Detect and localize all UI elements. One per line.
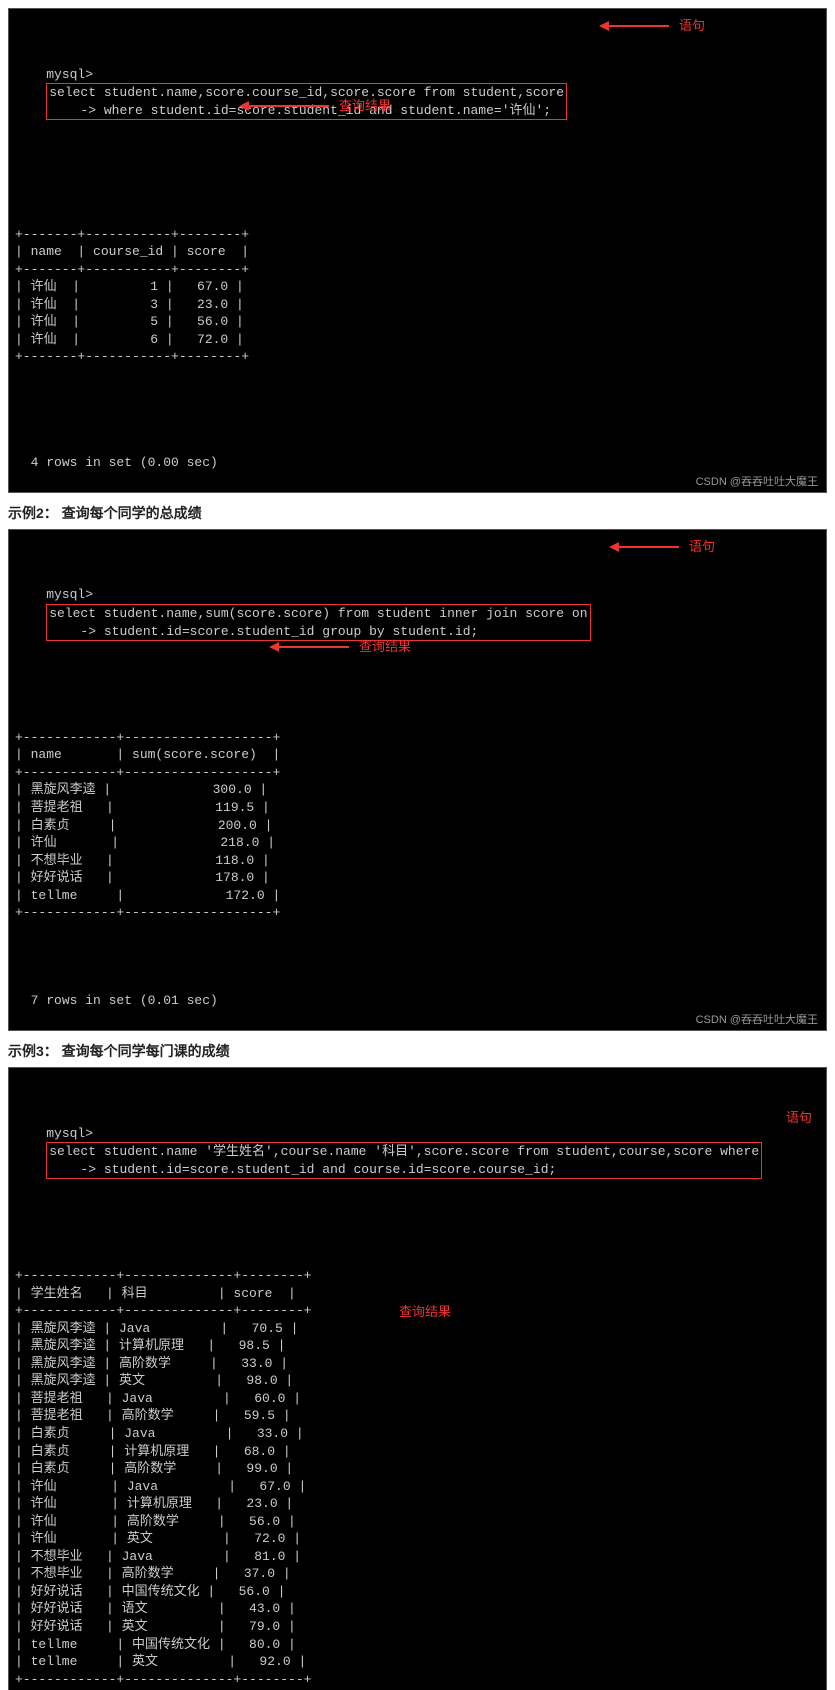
heading-example-3: 示例3： 查询每个同学每门课的成绩 <box>8 1041 827 1061</box>
sql-line-2: student.id=score.student_id and course.i… <box>104 1162 556 1177</box>
arrow-icon <box>609 542 619 552</box>
mysql-prompt-cont: -> <box>49 1162 96 1177</box>
rows-footer: 4 rows in set (0.00 sec) <box>31 455 218 470</box>
csdn-watermark: CSDN @吞吞吐吐大魔王 <box>696 1013 818 1028</box>
arrow-line <box>619 546 679 548</box>
mysql-prompt: mysql> <box>46 67 93 82</box>
arrow-line <box>609 25 669 27</box>
sql-box-ex2: select student.name,sum(score.score) fro… <box>46 604 590 641</box>
arrow-icon <box>269 642 279 652</box>
heading-example-2: 示例2： 查询每个同学的总成绩 <box>8 503 827 523</box>
arrow-icon <box>599 21 609 31</box>
label-yuju: 语句 <box>786 1109 812 1127</box>
mysql-prompt-cont: -> <box>49 624 96 639</box>
result-table-ex3: +------------+--------------+--------+ |… <box>15 1267 820 1688</box>
arrow-line <box>249 105 329 107</box>
mysql-prompt-cont: -> <box>49 103 96 118</box>
rows-footer: 7 rows in set (0.01 sec) <box>31 993 218 1008</box>
label-yuju: 语句 <box>679 17 705 35</box>
result-table-ex2: +------------+-------------------+ | nam… <box>15 729 820 922</box>
label-yuju: 语句 <box>689 538 715 556</box>
arrow-icon <box>239 101 249 111</box>
mysql-prompt: mysql> <box>46 587 93 602</box>
csdn-watermark: CSDN @吞吞吐吐大魔王 <box>696 475 818 490</box>
mysql-prompt: mysql> <box>46 1126 93 1141</box>
sql-line-1: select student.name,sum(score.score) fro… <box>49 606 587 621</box>
label-chaxun: 查询结果 <box>359 638 411 656</box>
sql-line-1: select student.name '学生姓名',course.name '… <box>49 1144 759 1159</box>
arrow-line <box>279 646 349 648</box>
terminal-example-3: mysql> select student.name '学生姓名',course… <box>8 1067 827 1690</box>
label-chaxun: 查询结果 <box>399 1303 451 1321</box>
result-table-ex1: +-------+-----------+--------+ | name | … <box>15 226 820 366</box>
sql-line-2: student.id=score.student_id group by stu… <box>104 624 478 639</box>
terminal-example-2: mysql> select student.name,sum(score.sco… <box>8 529 827 1031</box>
terminal-example-1: mysql> select student.name,score.course_… <box>8 8 827 493</box>
label-chaxun: 查询结果 <box>339 97 391 115</box>
sql-box-ex3: select student.name '学生姓名',course.name '… <box>46 1142 762 1179</box>
